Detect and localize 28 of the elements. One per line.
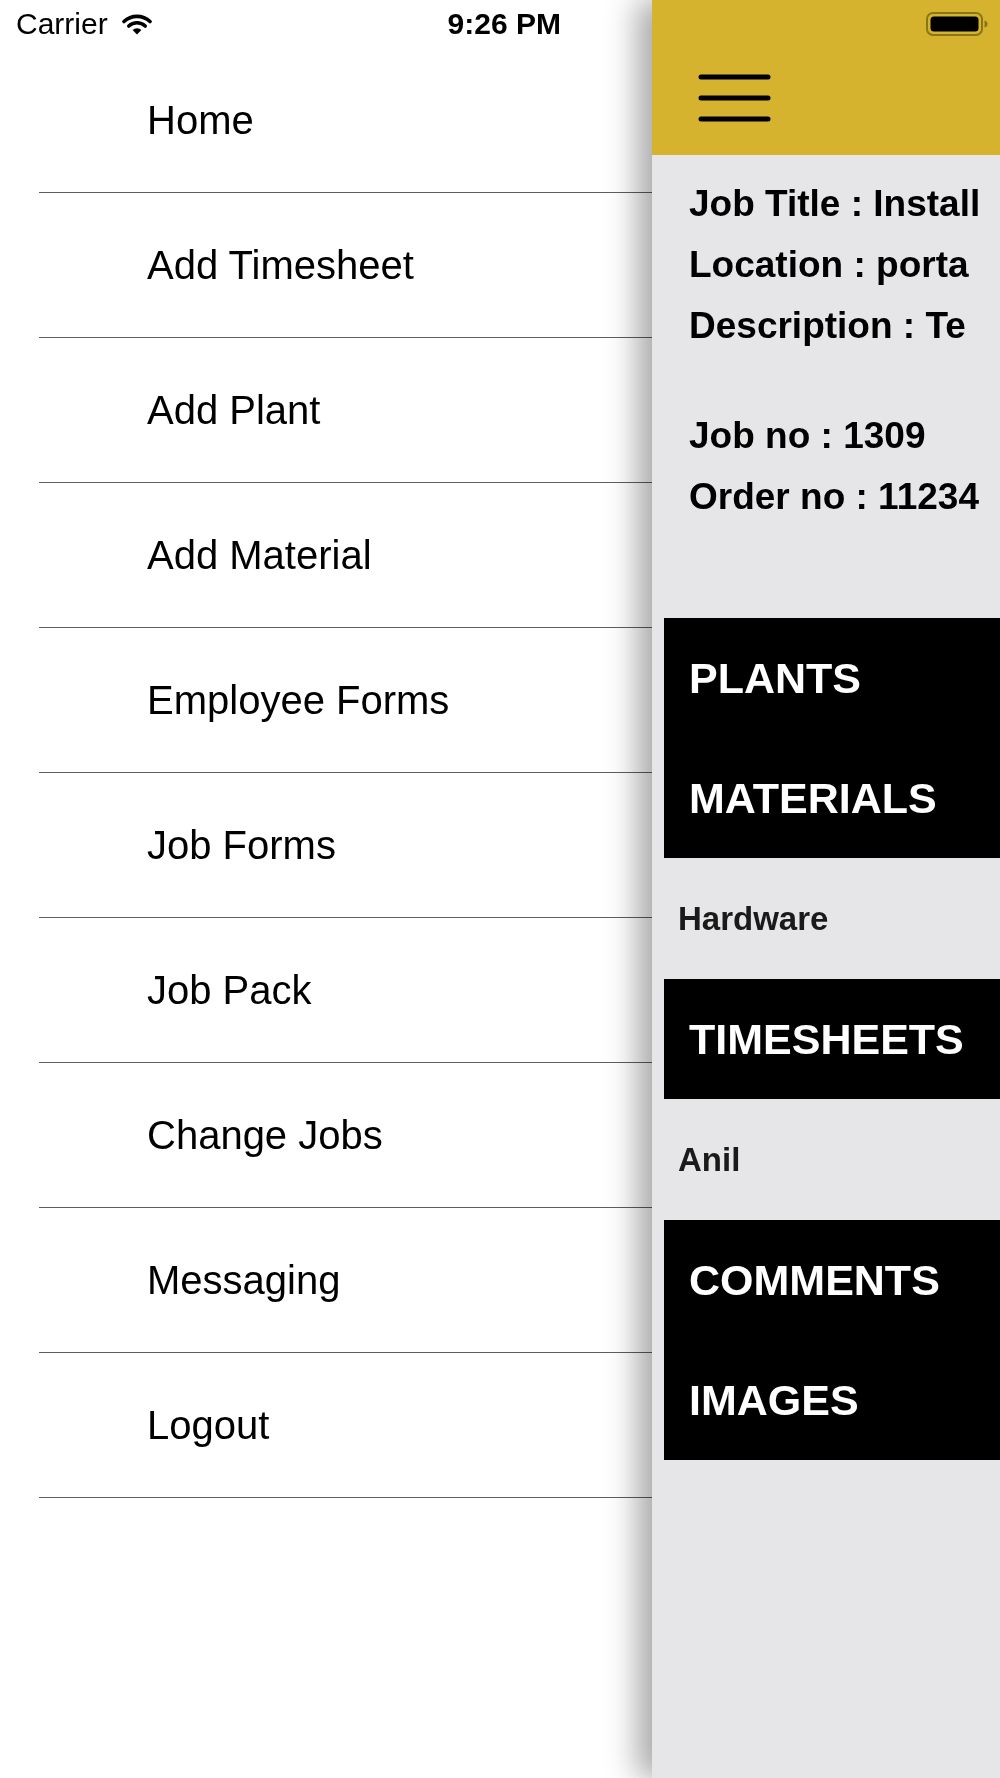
menu-item[interactable]: Job Forms bbox=[39, 773, 652, 917]
battery-icon bbox=[926, 12, 988, 36]
carrier-label: Carrier bbox=[16, 9, 108, 39]
section-title: TIMESHEETS bbox=[689, 1014, 965, 1065]
menu-item[interactable]: Employee Forms bbox=[39, 628, 652, 772]
section-entry: Hardware bbox=[678, 898, 829, 939]
menu-item[interactable]: Change Jobs bbox=[39, 1063, 652, 1207]
job-detail: Location : porta bbox=[689, 243, 970, 287]
menu-item[interactable]: Job Pack bbox=[39, 918, 652, 1062]
job-number: Order no : 11234 bbox=[689, 475, 980, 519]
menu-item[interactable]: Add Material bbox=[39, 483, 652, 627]
menu-item[interactable]: Messaging bbox=[39, 1208, 652, 1352]
section-title: MATERIALS bbox=[689, 773, 938, 824]
menu-icon bbox=[698, 74, 771, 122]
clock-time: 9:26 PM bbox=[447, 9, 561, 39]
menu-item[interactable]: Logout bbox=[39, 1353, 652, 1497]
wifi-icon bbox=[121, 13, 152, 35]
menu-item[interactable]: Add Plant bbox=[39, 338, 652, 482]
menu-item[interactable]: Home bbox=[39, 48, 652, 192]
section-title: PLANTS bbox=[689, 653, 862, 704]
job-number: Job no : 1309 bbox=[689, 414, 927, 458]
menu-button[interactable] bbox=[698, 74, 771, 122]
job-detail: Description : Te bbox=[689, 304, 967, 348]
job-detail: Job Title : Install bbox=[689, 182, 982, 226]
menu-item[interactable]: Add Timesheet bbox=[39, 193, 652, 337]
section-title: IMAGES bbox=[689, 1375, 860, 1426]
section-title: COMMENTS bbox=[689, 1255, 941, 1306]
section-entry: Anil bbox=[678, 1139, 741, 1180]
